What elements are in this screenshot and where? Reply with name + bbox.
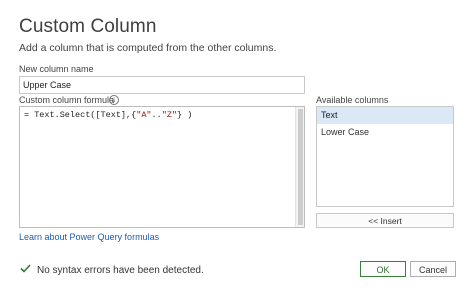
available-columns-list[interactable]: Text Lower Case (316, 106, 454, 207)
learn-power-query-link[interactable]: Learn about Power Query formulas (19, 232, 159, 242)
dialog-title: Custom Column (19, 16, 157, 37)
formula-suffix: } ) (177, 110, 193, 120)
available-column-item-lower-case[interactable]: Lower Case (317, 124, 453, 141)
formula-string-z: "Z" (161, 110, 178, 120)
insert-button[interactable]: << Insert (316, 213, 454, 228)
info-icon[interactable]: i (109, 95, 119, 105)
check-icon (20, 264, 31, 273)
available-columns-label: Available columns (316, 95, 389, 105)
dialog-subtitle: Add a column that is computed from the o… (19, 42, 277, 54)
syntax-status-text: No syntax errors have been detected. (37, 265, 204, 276)
formula-editor[interactable]: = Text.Select([Text],{"A".."Z"} ) (19, 106, 305, 228)
ok-button[interactable]: OK (360, 261, 406, 277)
available-column-item-text[interactable]: Text (317, 107, 453, 124)
scrollbar-thumb[interactable] (298, 109, 303, 225)
cancel-button[interactable]: Cancel (410, 261, 456, 277)
formula-string-a: "A" (136, 110, 152, 120)
formula-prefix: = Text.Select([Text],{ (24, 110, 137, 120)
formula-scrollbar[interactable] (295, 107, 304, 227)
new-column-name-label: New column name (19, 64, 94, 74)
new-column-name-input[interactable]: Upper Case (19, 76, 305, 94)
custom-column-dialog: Custom Column Add a column that is compu… (0, 0, 474, 297)
formula-range: .. (151, 110, 162, 120)
formula-label: Custom column formula (19, 95, 115, 105)
